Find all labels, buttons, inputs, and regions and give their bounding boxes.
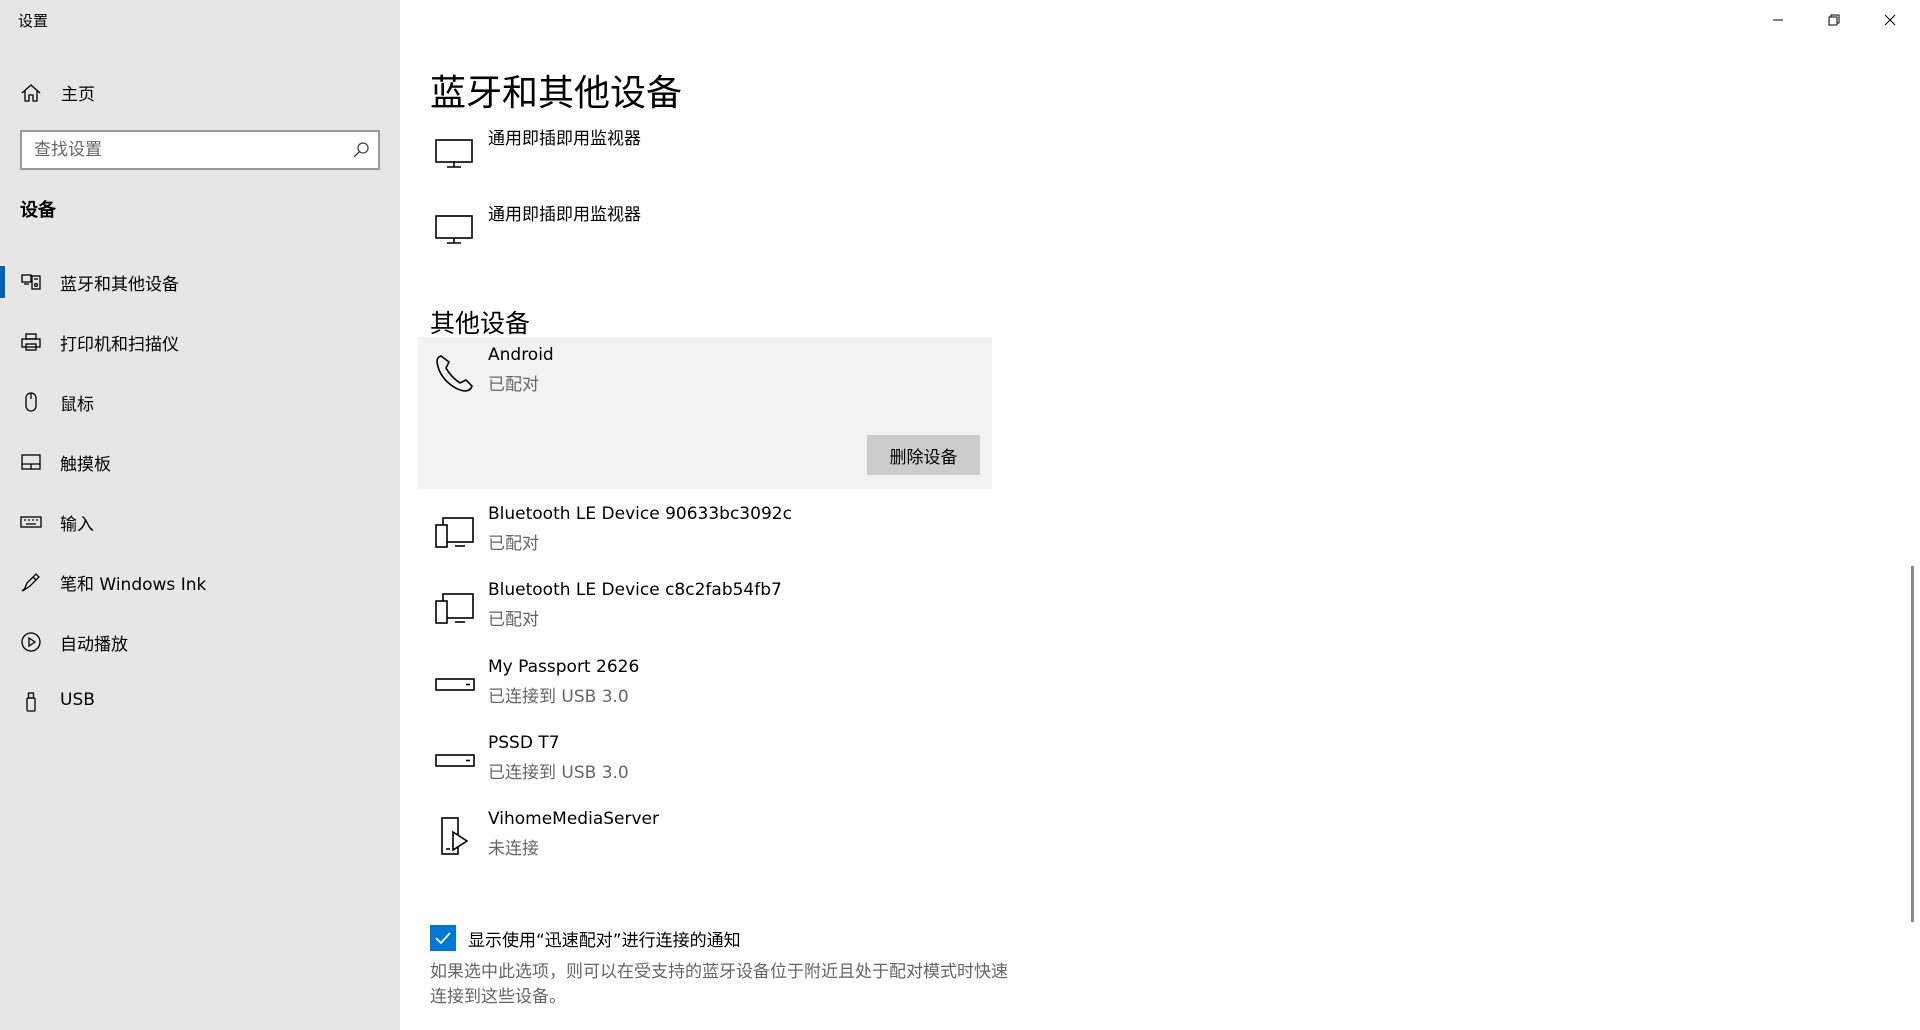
sidebar-item-typing[interactable]: 输入 xyxy=(0,500,400,544)
close-icon xyxy=(1884,14,1896,26)
device-name: My Passport 2626 xyxy=(488,657,640,677)
pen-icon xyxy=(21,573,40,592)
bluetooth-devices-icon xyxy=(21,274,41,290)
sidebar-item-label: 自动播放 xyxy=(60,635,128,655)
device-status: 未连接 xyxy=(488,839,539,859)
remove-device-button[interactable]: 删除设备 xyxy=(867,435,980,475)
device-generic-icon xyxy=(435,593,474,624)
device-name: 通用即插即用监视器 xyxy=(488,205,641,225)
search-input[interactable] xyxy=(22,132,332,168)
keyboard-icon xyxy=(20,516,42,528)
search-box xyxy=(20,130,380,170)
device-status: 已连接到 USB 3.0 xyxy=(488,687,629,707)
sidebar-item-label: 打印机和扫描仪 xyxy=(60,335,179,355)
monitor-item[interactable]: 通用即插即用监视器 xyxy=(418,116,992,190)
sidebar-item-home[interactable]: 主页 xyxy=(0,72,400,112)
device-item-selected[interactable]: Android 已配对 删除设备 xyxy=(418,337,992,489)
device-status: 已配对 xyxy=(488,534,539,554)
swift-pair-row[interactable]: 显示使用“迅速配对”进行连接的通知 xyxy=(430,924,741,952)
app-title: 设置 xyxy=(18,12,49,30)
device-status: 已配对 xyxy=(488,375,539,395)
sidebar-item-label: USB xyxy=(60,690,95,710)
autoplay-icon xyxy=(21,632,41,652)
swift-pair-checkbox[interactable] xyxy=(430,925,456,951)
checkmark-icon xyxy=(435,932,451,945)
device-name: Android xyxy=(488,345,554,365)
section-heading: 设备 xyxy=(20,200,56,221)
sidebar-item-label: 输入 xyxy=(60,515,94,535)
scrollbar[interactable] xyxy=(1911,566,1914,922)
drive-icon xyxy=(435,678,475,691)
device-name: PSSD T7 xyxy=(488,733,560,753)
sidebar-item-label: 主页 xyxy=(61,85,95,105)
search-icon[interactable] xyxy=(352,141,370,159)
section-heading: 其他设备 xyxy=(430,309,531,338)
minimize-button[interactable] xyxy=(1750,0,1806,40)
device-name: Bluetooth LE Device c8c2fab54fb7 xyxy=(488,580,782,600)
sidebar-item-touchpad[interactable]: 触摸板 xyxy=(0,440,400,484)
phone-icon xyxy=(436,355,473,392)
sidebar-item-label: 触摸板 xyxy=(60,455,111,475)
touchpad-icon xyxy=(21,454,41,470)
sidebar-item-pen[interactable]: 笔和 Windows Ink xyxy=(0,560,400,604)
drive-icon xyxy=(435,754,475,767)
monitor-item[interactable]: 通用即插即用监视器 xyxy=(418,192,992,266)
device-status: 已连接到 USB 3.0 xyxy=(488,763,629,783)
device-item[interactable]: Bluetooth LE Device 90633bc3092c 已配对 xyxy=(418,496,992,570)
mouse-icon xyxy=(25,392,37,412)
device-name: VihomeMediaServer xyxy=(488,809,659,829)
device-name: Bluetooth LE Device 90633bc3092c xyxy=(488,504,792,524)
sidebar: 设置 主页 设备 蓝牙和其他设备 打印机和扫描仪 鼠标 触摸板 xyxy=(0,0,400,1030)
device-status: 已配对 xyxy=(488,610,539,630)
device-item[interactable]: PSSD T7 已连接到 USB 3.0 xyxy=(418,725,992,799)
sidebar-item-mouse[interactable]: 鼠标 xyxy=(0,380,400,424)
minimize-icon xyxy=(1773,19,1783,21)
monitor-icon xyxy=(435,215,473,244)
restore-button[interactable] xyxy=(1806,0,1862,40)
home-icon xyxy=(21,84,41,102)
sidebar-item-printers[interactable]: 打印机和扫描仪 xyxy=(0,320,400,364)
swift-pair-label: 显示使用“迅速配对”进行连接的通知 xyxy=(468,930,741,951)
usb-icon xyxy=(26,692,36,712)
sidebar-item-autoplay[interactable]: 自动播放 xyxy=(0,620,400,664)
close-button[interactable] xyxy=(1862,0,1918,40)
sidebar-item-usb[interactable]: USB xyxy=(0,680,400,724)
restore-icon xyxy=(1828,14,1840,26)
sidebar-item-label: 蓝牙和其他设备 xyxy=(60,275,179,295)
swift-pair-description: 如果选中此选项，则可以在受支持的蓝牙设备位于附近且处于配对模式时快速连接到这些设… xyxy=(430,962,1008,1007)
device-item[interactable]: VihomeMediaServer 未连接 xyxy=(418,801,992,875)
sidebar-item-label: 鼠标 xyxy=(60,395,94,415)
device-generic-icon xyxy=(435,517,474,548)
device-item[interactable]: Bluetooth LE Device c8c2fab54fb7 已配对 xyxy=(418,572,992,646)
printer-icon xyxy=(21,333,41,351)
media-server-icon xyxy=(441,817,469,855)
device-item[interactable]: My Passport 2626 已连接到 USB 3.0 xyxy=(418,649,992,723)
sidebar-item-label: 笔和 Windows Ink xyxy=(60,575,207,595)
sidebar-item-bluetooth[interactable]: 蓝牙和其他设备 xyxy=(0,260,400,304)
monitor-icon xyxy=(435,139,473,168)
device-name: 通用即插即用监视器 xyxy=(488,129,641,149)
page-title: 蓝牙和其他设备 xyxy=(430,73,683,114)
